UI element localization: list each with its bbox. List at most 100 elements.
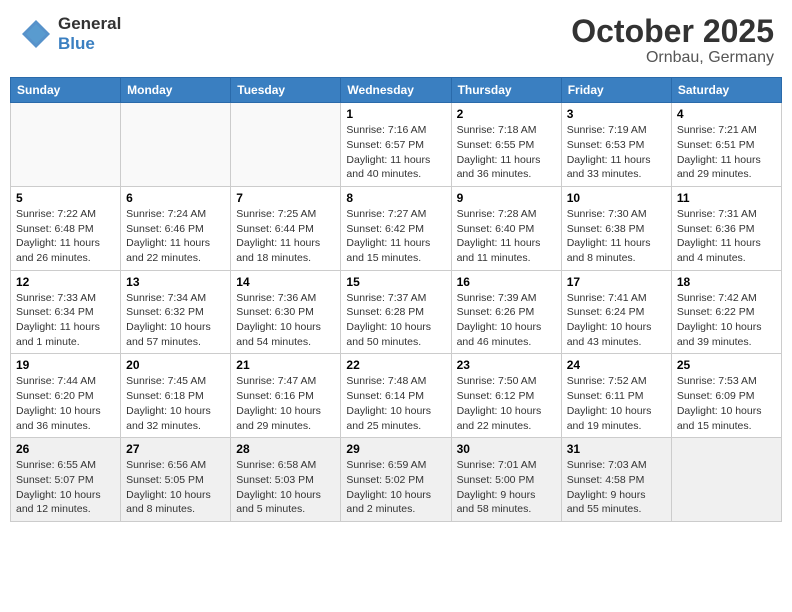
day-number: 25 [677,358,776,372]
day-number: 10 [567,191,666,205]
day-info: Sunrise: 6:55 AMSunset: 5:07 PMDaylight:… [16,458,115,517]
day-number: 9 [457,191,556,205]
page-header: General Blue October 2025 Ornbau, German… [10,10,782,71]
day-number: 3 [567,107,666,121]
calendar-cell: 17 Sunrise: 7:41 AMSunset: 6:24 PMDayligh… [561,270,671,354]
calendar-cell: 30 Sunrise: 7:01 AMSunset: 5:00 PMDayligh… [451,438,561,522]
day-info: Sunrise: 7:39 AMSunset: 6:26 PMDaylight:… [457,291,556,350]
day-number: 29 [346,442,445,456]
calendar-cell: 7 Sunrise: 7:25 AMSunset: 6:44 PMDaylight… [231,186,341,270]
day-number: 16 [457,275,556,289]
day-number: 31 [567,442,666,456]
calendar-week-row: 19 Sunrise: 7:44 AMSunset: 6:20 PMDayligh… [11,354,782,438]
day-number: 13 [126,275,225,289]
day-number: 30 [457,442,556,456]
calendar-cell: 31 Sunrise: 7:03 AMSunset: 4:58 PMDayligh… [561,438,671,522]
day-number: 4 [677,107,776,121]
calendar-cell [231,103,341,187]
day-number: 26 [16,442,115,456]
logo: General Blue [18,14,121,54]
day-number: 7 [236,191,335,205]
calendar-cell: 13 Sunrise: 7:34 AMSunset: 6:32 PMDayligh… [121,270,231,354]
day-info: Sunrise: 7:33 AMSunset: 6:34 PMDaylight:… [16,291,115,350]
calendar-week-row: 26 Sunrise: 6:55 AMSunset: 5:07 PMDayligh… [11,438,782,522]
day-info: Sunrise: 7:22 AMSunset: 6:48 PMDaylight:… [16,207,115,266]
calendar-cell: 24Sunrise: 7:52 AMSunset: 6:11 PMDayligh… [561,354,671,438]
calendar-cell: 12Sunrise: 7:33 AMSunset: 6:34 PMDayligh… [11,270,121,354]
day-info: Sunrise: 7:34 AMSunset: 6:32 PMDaylight:… [126,291,225,350]
day-info: Sunrise: 6:58 AMSunset: 5:03 PMDaylight:… [236,458,335,517]
day-number: 19 [16,358,115,372]
logo-general: General [58,14,121,34]
location-title: Ornbau, Germany [571,49,774,67]
day-number: 6 [126,191,225,205]
col-header-monday: Monday [121,78,231,103]
day-info: Sunrise: 7:48 AMSunset: 6:14 PMDaylight:… [346,374,445,433]
day-info: Sunrise: 7:47 AMSunset: 6:16 PMDaylight:… [236,374,335,433]
day-number: 17 [567,275,666,289]
calendar-cell: 10 Sunrise: 7:30 AMSunset: 6:38 PMDayligh… [561,186,671,270]
calendar-cell: 2Sunrise: 7:18 AMSunset: 6:55 PMDaylight… [451,103,561,187]
calendar-week-row: 5 Sunrise: 7:22 AMSunset: 6:48 PMDaylight… [11,186,782,270]
day-number: 8 [346,191,445,205]
month-title: October 2025 [571,14,774,49]
day-info: Sunrise: 7:53 AMSunset: 6:09 PMDaylight:… [677,374,776,433]
calendar-cell: 28 Sunrise: 6:58 AMSunset: 5:03 PMDayligh… [231,438,341,522]
calendar-cell [671,438,781,522]
calendar-cell: 18Sunrise: 7:42 AMSunset: 6:22 PMDayligh… [671,270,781,354]
calendar-cell: 21 Sunrise: 7:47 AMSunset: 6:16 PMDayligh… [231,354,341,438]
day-info: Sunrise: 7:24 AMSunset: 6:46 PMDaylight:… [126,207,225,266]
day-info: Sunrise: 7:01 AMSunset: 5:00 PMDaylight:… [457,458,556,517]
day-number: 1 [346,107,445,121]
day-info: Sunrise: 7:44 AMSunset: 6:20 PMDaylight:… [16,374,115,433]
calendar-cell: 23 Sunrise: 7:50 AMSunset: 6:12 PMDayligh… [451,354,561,438]
col-header-thursday: Thursday [451,78,561,103]
day-info: Sunrise: 7:45 AMSunset: 6:18 PMDaylight:… [126,374,225,433]
calendar-cell: 27Sunrise: 6:56 AMSunset: 5:05 PMDayligh… [121,438,231,522]
day-number: 28 [236,442,335,456]
day-info: Sunrise: 7:31 AMSunset: 6:36 PMDaylight:… [677,207,776,266]
col-header-friday: Friday [561,78,671,103]
calendar-cell: 22 Sunrise: 7:48 AMSunset: 6:14 PMDayligh… [341,354,451,438]
col-header-saturday: Saturday [671,78,781,103]
calendar-cell: 9 Sunrise: 7:28 AMSunset: 6:40 PMDaylight… [451,186,561,270]
calendar-cell [11,103,121,187]
day-number: 22 [346,358,445,372]
calendar-cell: 29 Sunrise: 6:59 AMSunset: 5:02 PMDayligh… [341,438,451,522]
day-info: Sunrise: 7:41 AMSunset: 6:24 PMDaylight:… [567,291,666,350]
calendar-cell: 6 Sunrise: 7:24 AMSunset: 6:46 PMDaylight… [121,186,231,270]
day-number: 18 [677,275,776,289]
day-info: Sunrise: 7:50 AMSunset: 6:12 PMDaylight:… [457,374,556,433]
calendar-cell: 19 Sunrise: 7:44 AMSunset: 6:20 PMDayligh… [11,354,121,438]
day-info: Sunrise: 7:25 AMSunset: 6:44 PMDaylight:… [236,207,335,266]
day-info: Sunrise: 7:03 AMSunset: 4:58 PMDaylight:… [567,458,666,517]
calendar-cell: 20Sunrise: 7:45 AMSunset: 6:18 PMDayligh… [121,354,231,438]
day-number: 23 [457,358,556,372]
day-info: Sunrise: 7:30 AMSunset: 6:38 PMDaylight:… [567,207,666,266]
calendar-week-row: 1Sunrise: 7:16 AMSunset: 6:57 PMDaylight… [11,103,782,187]
calendar-cell: 3 Sunrise: 7:19 AMSunset: 6:53 PMDaylight… [561,103,671,187]
day-info: Sunrise: 6:56 AMSunset: 5:05 PMDaylight:… [126,458,225,517]
calendar-cell [121,103,231,187]
calendar-cell: 25 Sunrise: 7:53 AMSunset: 6:09 PMDayligh… [671,354,781,438]
col-header-sunday: Sunday [11,78,121,103]
calendar-cell: 15Sunrise: 7:37 AMSunset: 6:28 PMDayligh… [341,270,451,354]
day-info: Sunrise: 7:52 AMSunset: 6:11 PMDaylight:… [567,374,666,433]
day-info: Sunrise: 7:28 AMSunset: 6:40 PMDaylight:… [457,207,556,266]
logo-blue: Blue [58,34,121,54]
day-number: 14 [236,275,335,289]
calendar-cell: 5 Sunrise: 7:22 AMSunset: 6:48 PMDaylight… [11,186,121,270]
day-number: 15 [346,275,445,289]
day-number: 21 [236,358,335,372]
col-header-wednesday: Wednesday [341,78,451,103]
calendar-cell: 26 Sunrise: 6:55 AMSunset: 5:07 PMDayligh… [11,438,121,522]
day-info: Sunrise: 6:59 AMSunset: 5:02 PMDaylight:… [346,458,445,517]
day-info: Sunrise: 7:19 AMSunset: 6:53 PMDaylight:… [567,123,666,182]
logo-text: General Blue [58,14,121,54]
day-number: 5 [16,191,115,205]
title-block: October 2025 Ornbau, Germany [571,14,774,67]
calendar-cell: 14Sunrise: 7:36 AMSunset: 6:30 PMDayligh… [231,270,341,354]
calendar-cell: 4Sunrise: 7:21 AMSunset: 6:51 PMDaylight… [671,103,781,187]
col-header-tuesday: Tuesday [231,78,341,103]
calendar-cell: 1Sunrise: 7:16 AMSunset: 6:57 PMDaylight… [341,103,451,187]
